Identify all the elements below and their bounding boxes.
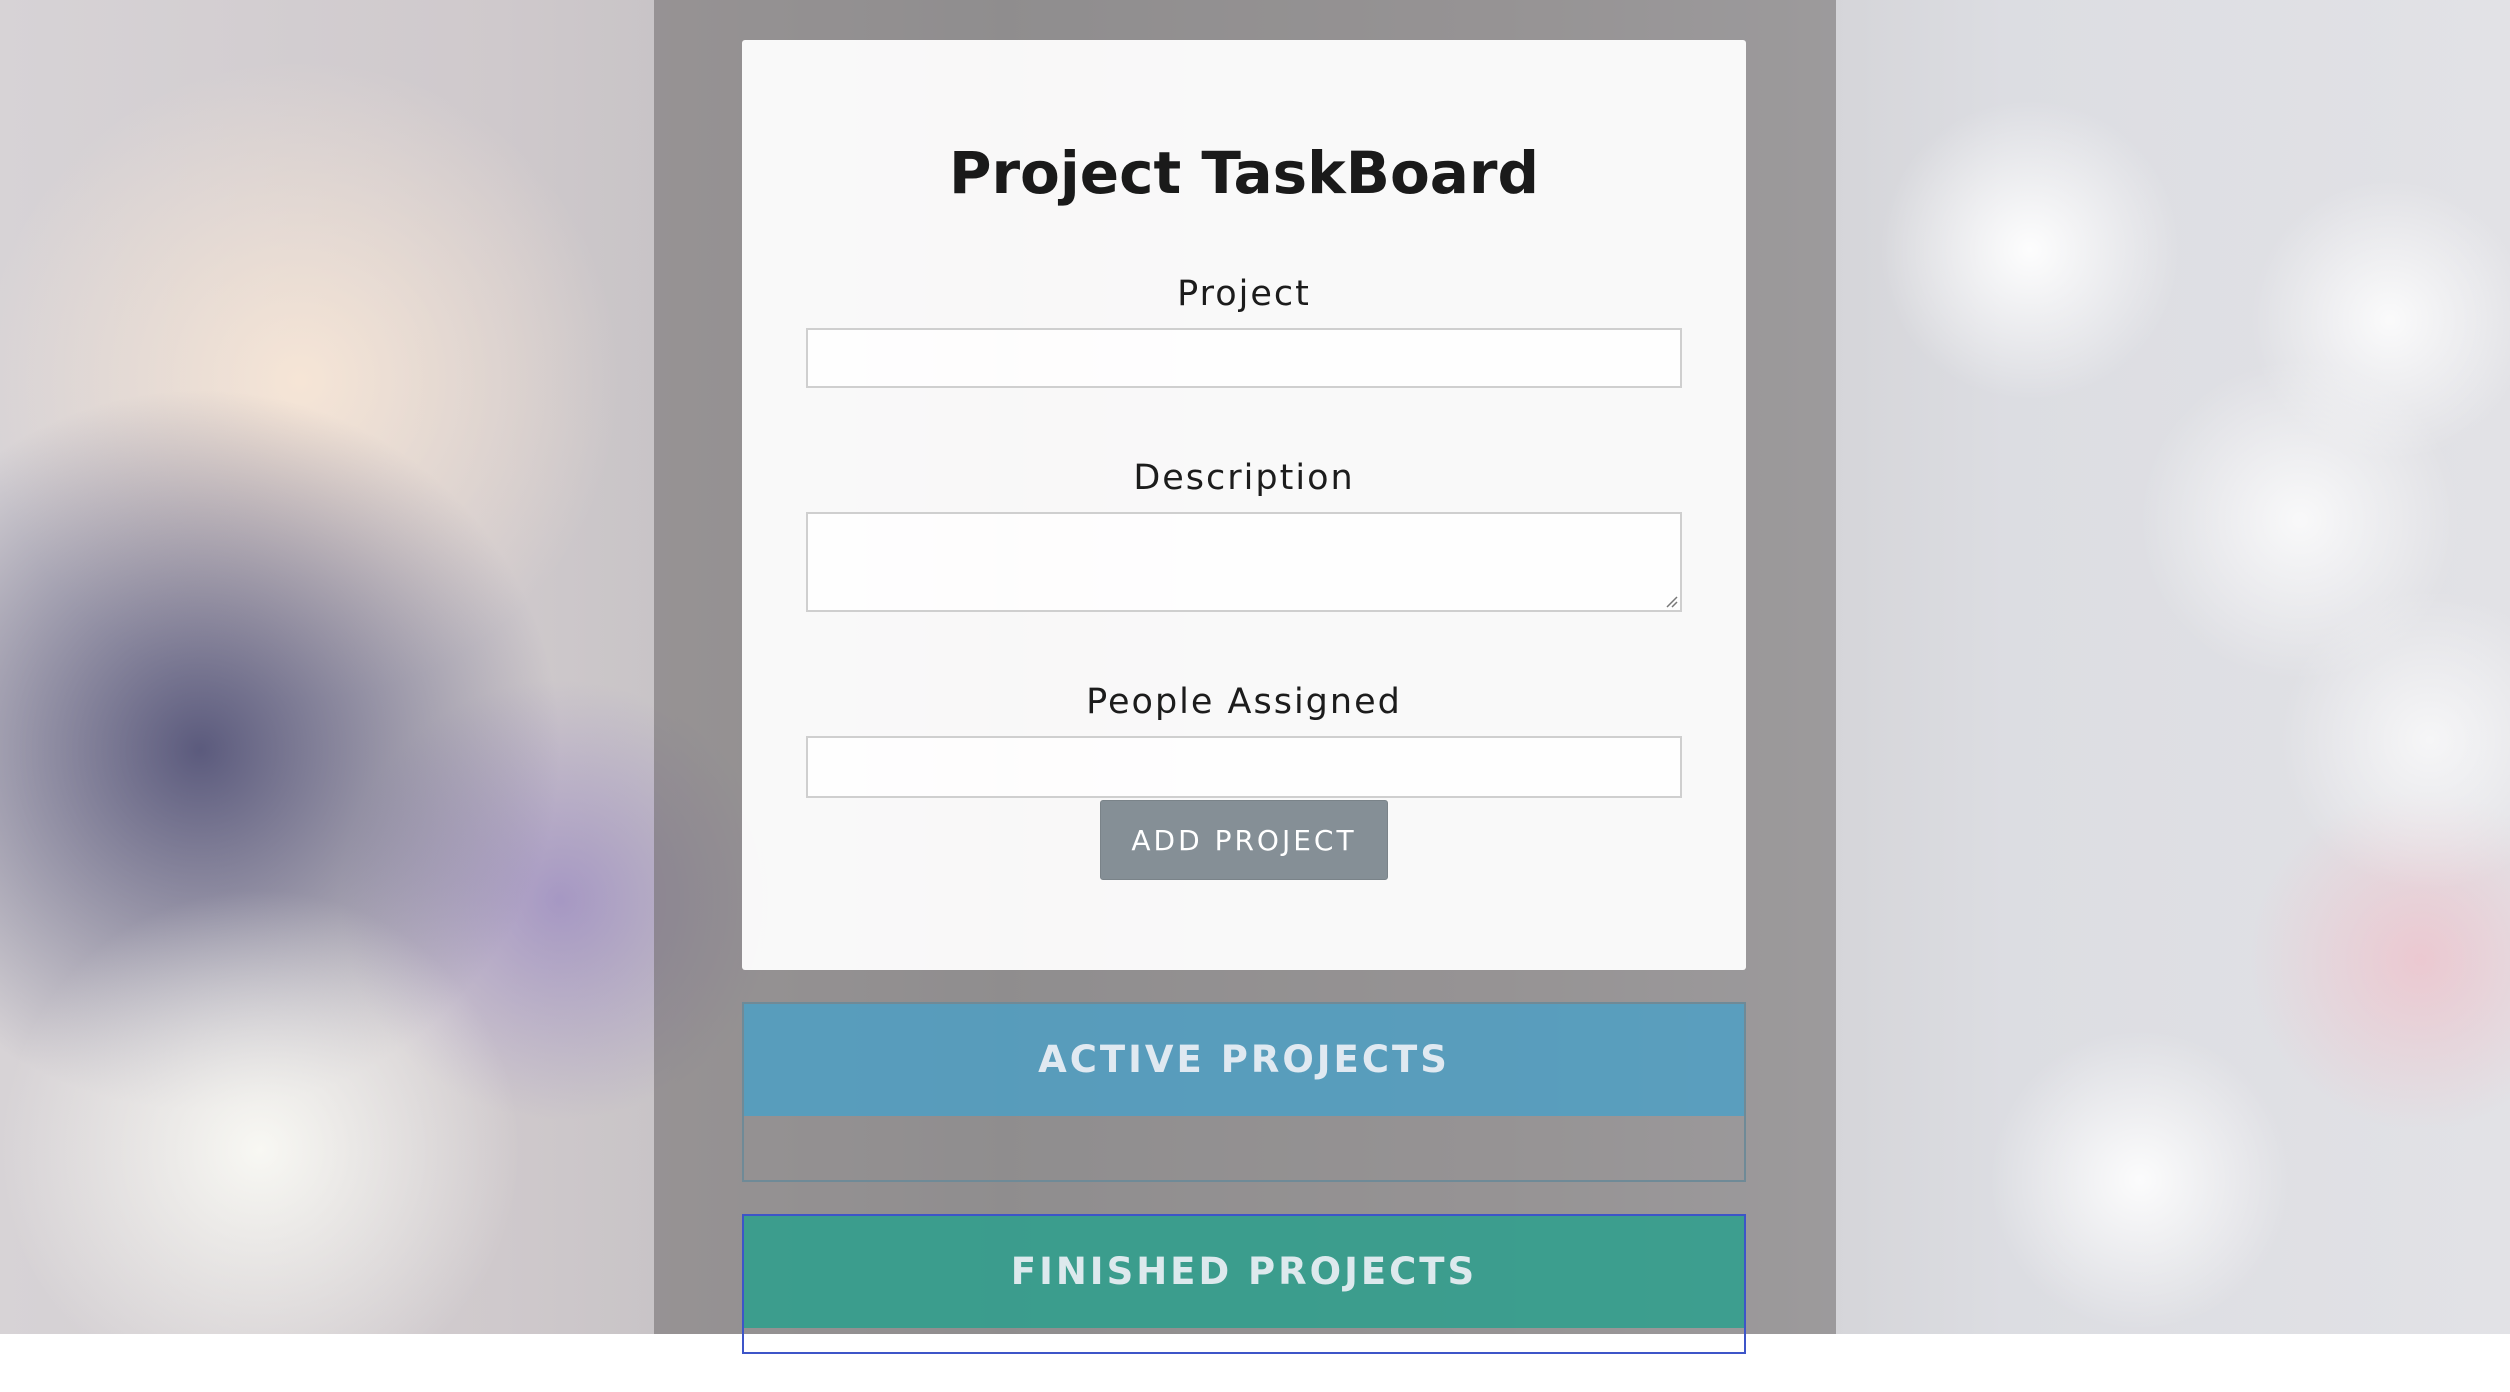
add-project-button[interactable]: ADD PROJECT [1100, 800, 1388, 880]
finished-projects-list [744, 1328, 1744, 1392]
finished-projects-header: FINISHED PROJECTS [744, 1216, 1744, 1328]
finished-projects-panel: FINISHED PROJECTS [742, 1214, 1746, 1354]
active-projects-list [744, 1116, 1744, 1180]
people-assigned-label: People Assigned [1086, 682, 1402, 722]
people-assigned-input[interactable] [806, 736, 1682, 798]
description-field-wrapper [806, 512, 1682, 612]
page-title: Project TaskBoard [948, 139, 1540, 207]
project-input[interactable] [806, 328, 1682, 388]
description-textarea[interactable] [806, 512, 1682, 612]
active-projects-panel: ACTIVE PROJECTS [742, 1002, 1746, 1182]
resize-grip-icon[interactable] [1664, 594, 1678, 608]
active-projects-header: ACTIVE PROJECTS [744, 1004, 1744, 1116]
description-label: Description [1133, 458, 1355, 498]
active-projects-title: ACTIVE PROJECTS [1038, 1038, 1450, 1081]
finished-projects-title: FINISHED PROJECTS [1010, 1250, 1478, 1293]
project-label: Project [1177, 274, 1311, 314]
project-form-card: Project TaskBoard Project Description Pe… [742, 40, 1746, 970]
